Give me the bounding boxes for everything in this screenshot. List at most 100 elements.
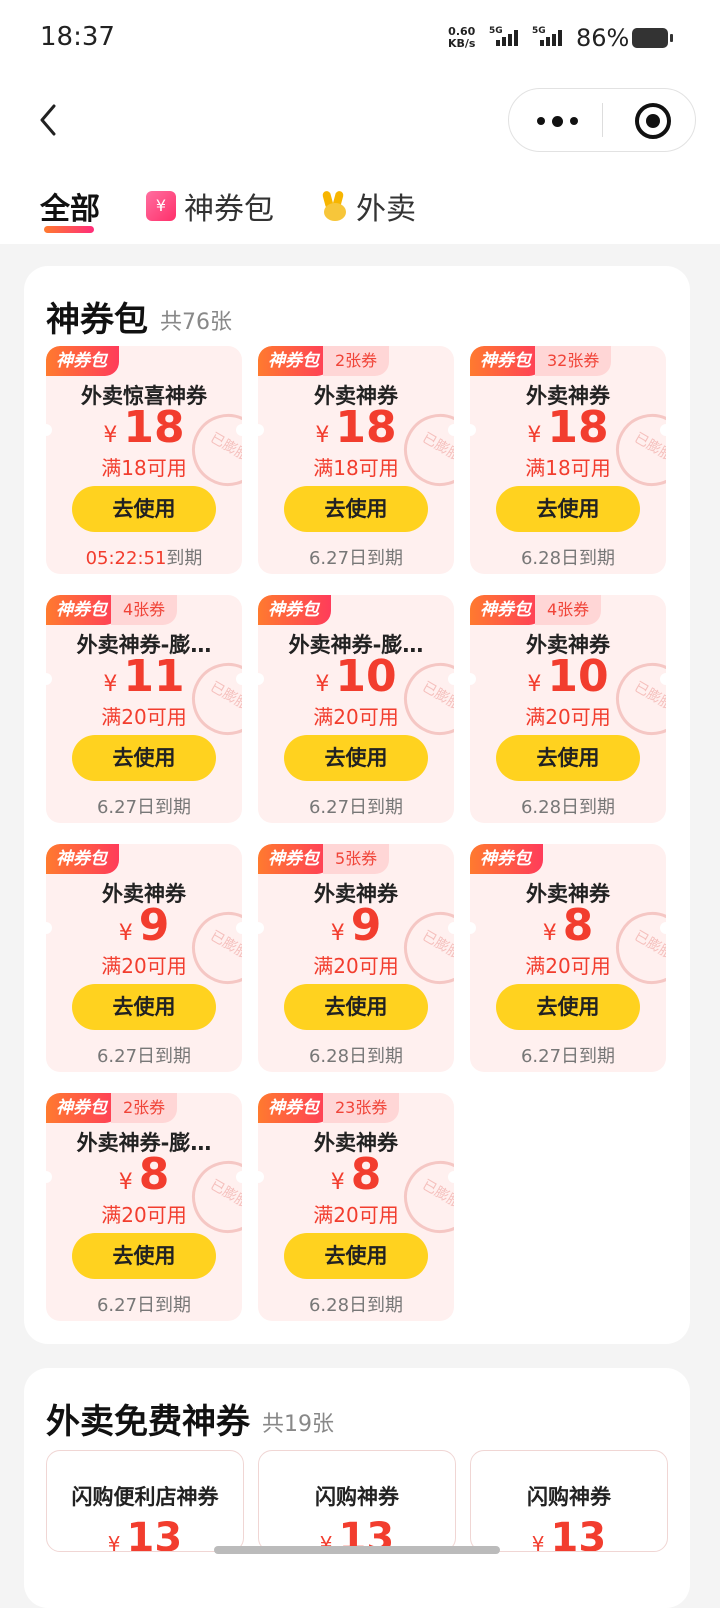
chevron-left-icon bbox=[40, 104, 56, 136]
coupon-condition: 满20可用 bbox=[313, 1203, 399, 1227]
free-coupon-card[interactable]: 闪购便利店神券 ¥13 bbox=[46, 1450, 244, 1552]
coupon-card[interactable]: 神券包 已膨胀 外卖神券-膨… ¥10 满20可用 去使用 6.27日到期 bbox=[258, 595, 454, 823]
coupon-card[interactable]: 神券包 32张券 已膨胀 外卖神券 ¥18 满18可用 去使用 6.28日到期 bbox=[470, 346, 666, 574]
use-coupon-button[interactable]: 去使用 bbox=[496, 735, 640, 781]
coupon-expiry: 6.28日到期 bbox=[308, 1046, 404, 1067]
coupon-amount: 8 bbox=[562, 900, 594, 951]
coupon-price: ¥8 bbox=[258, 1149, 454, 1200]
tab-all-label: 全部 bbox=[40, 192, 100, 227]
use-coupon-button[interactable]: 去使用 bbox=[284, 735, 428, 781]
section-title: 神券包 bbox=[46, 300, 148, 340]
coupon-quantity-badge: 32张券 bbox=[535, 346, 612, 376]
coupon-price: ¥9 bbox=[258, 900, 454, 951]
coupon-condition: 满18可用 bbox=[313, 456, 399, 480]
coupon-tag: 神券包 bbox=[470, 844, 543, 874]
currency-symbol: ¥ bbox=[531, 1532, 545, 1552]
coupon-price: ¥18 bbox=[470, 402, 666, 453]
coupon-tag: 神券包 bbox=[258, 595, 331, 625]
coupon-tag: 神券包 4张券 bbox=[470, 595, 602, 625]
coupon-amount: 18 bbox=[335, 402, 397, 453]
tab-bar: 全部 ¥ 神券包 外卖 bbox=[0, 164, 720, 244]
coupon-card[interactable]: 神券包 5张券 已膨胀 外卖神券 ¥9 满20可用 去使用 6.28日到期 bbox=[258, 844, 454, 1072]
coupon-price: ¥9 bbox=[46, 900, 242, 951]
coupon-tag-label: 神券包 bbox=[46, 346, 119, 376]
coupon-quantity-badge: 2张券 bbox=[323, 346, 390, 376]
currency-symbol: ¥ bbox=[330, 1170, 345, 1195]
currency-symbol: ¥ bbox=[103, 672, 118, 697]
coupon-tag-label: 神券包 bbox=[258, 346, 331, 376]
coupon-tag: 神券包 23张券 bbox=[258, 1093, 400, 1123]
coupon-expiry: 6.27日到期 bbox=[96, 797, 192, 818]
coupon-amount: 18 bbox=[123, 402, 185, 453]
coupon-card[interactable]: 神券包 已膨胀 外卖神券 ¥9 满20可用 去使用 6.27日到期 bbox=[46, 844, 242, 1072]
coupon-card[interactable]: 神券包 4张券 已膨胀 外卖神券 ¥10 满20可用 去使用 6.28日到期 bbox=[470, 595, 666, 823]
coupon-quantity-badge: 2张券 bbox=[111, 1093, 178, 1123]
coupon-countdown: 05:22:51 bbox=[85, 548, 167, 569]
section-title: 外卖免费神券 bbox=[46, 1402, 250, 1442]
coupon-pack-icon: ¥ bbox=[146, 191, 176, 221]
coupon-card[interactable]: 神券包 2张券 已膨胀 外卖神券-膨… ¥8 满20可用 去使用 6.27日到期 bbox=[46, 1093, 242, 1321]
coupon-card[interactable]: 神券包 23张券 已膨胀 外卖神券 ¥8 满20可用 去使用 6.28日到期 bbox=[258, 1093, 454, 1321]
currency-symbol: ¥ bbox=[315, 672, 330, 697]
coupon-amount: 9 bbox=[138, 900, 170, 951]
free-coupon-card[interactable]: 闪购神券 ¥13 bbox=[470, 1450, 668, 1552]
coupon-condition: 满20可用 bbox=[525, 954, 611, 978]
network-speed-unit: KB/s bbox=[448, 37, 476, 50]
coupon-tag-label: 神券包 bbox=[470, 346, 543, 376]
use-coupon-button[interactable]: 去使用 bbox=[72, 486, 216, 532]
section-count: 共76张 bbox=[160, 310, 232, 335]
use-coupon-button[interactable]: 去使用 bbox=[284, 486, 428, 532]
coupon-quantity-badge: 4张券 bbox=[111, 595, 178, 625]
coupon-tag-label: 神券包 bbox=[46, 844, 119, 874]
free-coupon-section: 外卖免费神券 共19张 闪购便利店神券 ¥13 闪购神券 ¥13 闪购神券 ¥13 bbox=[24, 1368, 690, 1608]
currency-symbol: ¥ bbox=[527, 423, 542, 448]
coupon-card[interactable]: 神券包 4张券 已膨胀 外卖神券-膨… ¥11 满20可用 去使用 6.27日到期 bbox=[46, 595, 242, 823]
close-miniprogram-button[interactable] bbox=[635, 103, 671, 139]
coupon-amount: 10 bbox=[547, 651, 609, 702]
coupon-amount: 8 bbox=[350, 1149, 382, 1200]
status-time: 18:37 bbox=[40, 22, 115, 52]
tab-coupon-pack[interactable]: ¥ 神券包 bbox=[146, 184, 274, 228]
tab-coupon-pack-label: 神券包 bbox=[184, 192, 274, 227]
coupon-tag-label: 神券包 bbox=[258, 595, 331, 625]
free-coupon-card[interactable]: 闪购神券 ¥13 bbox=[258, 1450, 456, 1552]
back-button[interactable] bbox=[30, 100, 70, 140]
coupon-pack-section: 神券包 共76张 神券包 已膨胀 外卖惊喜神券 ¥18 满18可用 去使用 05:22:51… bbox=[24, 266, 690, 1344]
coupon-expiry: 6.28日到期 bbox=[520, 548, 616, 569]
currency-symbol: ¥ bbox=[542, 921, 557, 946]
use-coupon-button[interactable]: 去使用 bbox=[72, 984, 216, 1030]
coupon-condition: 满20可用 bbox=[101, 1203, 187, 1227]
coupon-tag-label: 神券包 bbox=[258, 844, 331, 874]
tab-all[interactable]: 全部 bbox=[40, 184, 100, 228]
currency-symbol: ¥ bbox=[527, 672, 542, 697]
coupon-tag: 神券包 2张券 bbox=[46, 1093, 178, 1123]
coupon-tag: 神券包 bbox=[46, 844, 119, 874]
use-coupon-button[interactable]: 去使用 bbox=[72, 1233, 216, 1279]
coupon-name: 闪购便利店神券 bbox=[71, 1485, 219, 1509]
coupon-price: ¥8 bbox=[470, 900, 666, 951]
use-coupon-button[interactable]: 去使用 bbox=[284, 1233, 428, 1279]
status-bar: 18:37 0.60 KB/s 5G 5G 86% bbox=[0, 0, 720, 80]
coupon-card[interactable]: 神券包 已膨胀 外卖神券 ¥8 满20可用 去使用 6.27日到期 bbox=[470, 844, 666, 1072]
use-coupon-button[interactable]: 去使用 bbox=[72, 735, 216, 781]
coupon-card[interactable]: 神券包 已膨胀 外卖惊喜神券 ¥18 满18可用 去使用 05:22:51到期 bbox=[46, 346, 242, 574]
currency-symbol: ¥ bbox=[330, 921, 345, 946]
coupon-name: 闪购神券 bbox=[315, 1485, 399, 1509]
coupon-tag-label: 神券包 bbox=[470, 595, 543, 625]
coupon-tag-label: 神券包 bbox=[258, 1093, 331, 1123]
coupon-tag: 神券包 2张券 bbox=[258, 346, 390, 376]
use-coupon-button[interactable]: 去使用 bbox=[496, 486, 640, 532]
coupon-expiry: 6.27日到期 bbox=[96, 1295, 192, 1316]
use-coupon-button[interactable]: 去使用 bbox=[284, 984, 428, 1030]
tab-waimai[interactable]: 外卖 bbox=[321, 184, 416, 228]
coupon-condition: 满20可用 bbox=[313, 705, 399, 729]
coupon-quantity-badge: 5张券 bbox=[323, 844, 390, 874]
use-coupon-button[interactable]: 去使用 bbox=[496, 984, 640, 1030]
battery-icon bbox=[632, 28, 673, 48]
coupon-price: ¥11 bbox=[46, 651, 242, 702]
coupon-tag: 神券包 bbox=[46, 346, 119, 376]
coupon-card[interactable]: 神券包 2张券 已膨胀 外卖神券 ¥18 满18可用 去使用 6.27日到期 bbox=[258, 346, 454, 574]
coupon-quantity-badge: 23张券 bbox=[323, 1093, 400, 1123]
more-button[interactable] bbox=[537, 115, 578, 127]
currency-symbol: ¥ bbox=[103, 423, 118, 448]
